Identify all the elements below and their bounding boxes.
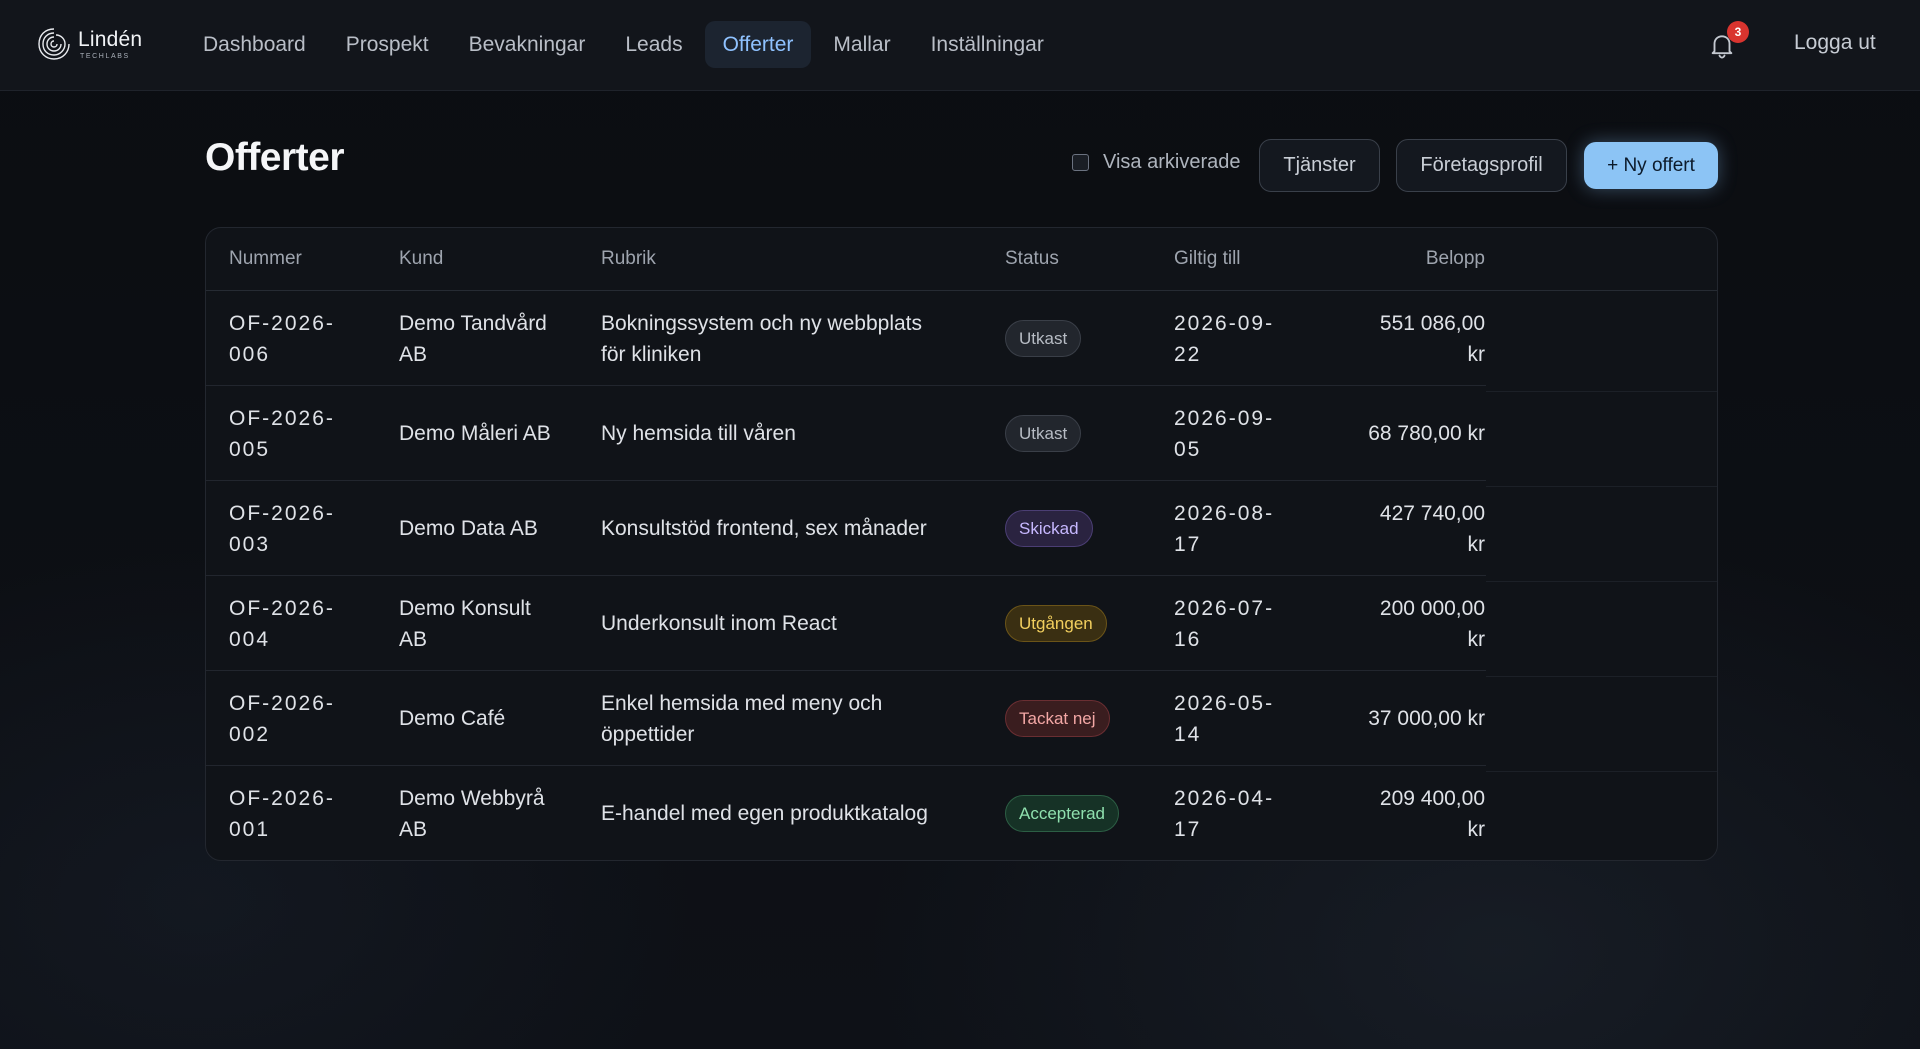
main-nav: Dashboard Prospekt Bevakningar Leads Off… — [185, 21, 1062, 68]
status-badge: Utkast — [1005, 320, 1082, 357]
services-button[interactable]: Tjänster — [1259, 139, 1380, 192]
offer-amount: 68 780,00 kr — [1368, 422, 1485, 445]
column-header-number[interactable]: Nummer — [229, 248, 302, 270]
table-row[interactable]: OF-2026- 006 Demo Tandvård AB Bokningssystem… — [206, 291, 1717, 392]
logout-link[interactable]: Logga ut — [1794, 31, 1876, 55]
nav-item-dashboard[interactable]: Dashboard — [185, 21, 324, 68]
nav-item-installningar[interactable]: Inställningar — [913, 21, 1062, 68]
nav-item-prospekt[interactable]: Prospekt — [328, 21, 447, 68]
offer-number: OF-2026- 001 — [229, 787, 335, 841]
offer-subject: Enkel hemsida med meny och öppettider — [601, 692, 883, 746]
logo-name: Lindén — [78, 27, 143, 51]
column-header-customer[interactable]: Kund — [399, 248, 443, 270]
status-cell: Skickad — [1005, 510, 1093, 547]
offer-subject: Underkonsult inom React — [601, 612, 837, 635]
table-row[interactable]: OF-2026- 002 Demo Café Enkel hemsida med me… — [206, 671, 1717, 772]
table-row[interactable]: OF-2026- 005 Demo Måleri AB Ny hemsida till… — [206, 386, 1717, 487]
table-row[interactable]: OF-2026- 001 Demo Webbyrå AB E-handel med eg… — [206, 766, 1717, 860]
company-profile-button[interactable]: Företagsprofil — [1396, 139, 1567, 192]
notification-count-badge: 3 — [1727, 21, 1749, 43]
column-header-subject[interactable]: Rubrik — [601, 248, 656, 270]
show-archived-label: Visa arkiverade — [1103, 151, 1241, 173]
offer-subject: Konsultstöd frontend, sex månader — [601, 517, 927, 540]
offer-amount: 427 740,00 kr — [1379, 502, 1485, 556]
page-title: Offerter — [205, 136, 345, 179]
offer-number: OF-2026- 005 — [229, 407, 335, 461]
show-archived-toggle[interactable]: Visa arkiverade — [1072, 151, 1240, 174]
offer-number: OF-2026- 002 — [229, 692, 335, 746]
show-archived-checkbox[interactable] — [1072, 154, 1089, 171]
nav-item-leads[interactable]: Leads — [607, 21, 700, 68]
valid-until-date: 2026-09- 22 — [1174, 312, 1275, 366]
nav-item-bevakningar[interactable]: Bevakningar — [451, 21, 604, 68]
status-badge: Tackat nej — [1005, 700, 1110, 737]
valid-until-date: 2026-07- 16 — [1174, 597, 1275, 651]
offer-amount: 37 000,00 kr — [1368, 707, 1485, 730]
nav-item-offerter[interactable]: Offerter — [704, 21, 812, 68]
status-badge: Utkast — [1005, 415, 1082, 452]
column-header-amount[interactable]: Belopp — [1326, 248, 1485, 270]
table-header: Nummer Kund Rubrik Status Giltig till Be… — [206, 228, 1717, 291]
offer-subject: Bokningssystem och ny webbplats för klini… — [601, 312, 922, 366]
offer-amount: 209 400,00 kr — [1379, 787, 1485, 841]
customer-name: Demo Konsult AB — [399, 597, 531, 651]
status-cell: Tackat nej — [1005, 700, 1110, 737]
valid-until-date: 2026-05- 14 — [1174, 692, 1275, 746]
customer-name: Demo Data AB — [399, 517, 538, 540]
new-offer-button[interactable]: + Ny offert — [1584, 142, 1718, 189]
offers-table: Nummer Kund Rubrik Status Giltig till Be… — [205, 227, 1718, 861]
nav-item-mallar[interactable]: Mallar — [815, 21, 908, 68]
valid-until-date: 2026-04- 17 — [1174, 787, 1275, 841]
status-badge: Skickad — [1005, 510, 1093, 547]
offer-amount: 551 086,00 kr — [1379, 312, 1485, 366]
valid-until-date: 2026-08- 17 — [1174, 502, 1275, 556]
status-cell: Utgången — [1005, 605, 1107, 642]
valid-until-date: 2026-09- 05 — [1174, 407, 1275, 461]
logo-mark-icon — [38, 28, 70, 60]
status-cell: Utkast — [1005, 415, 1082, 452]
status-cell: Utkast — [1005, 320, 1082, 357]
table-row[interactable]: OF-2026- 003 Demo Data AB Konsultstöd front… — [206, 481, 1717, 582]
top-navigation-bar: Lindén TECHLABS Dashboard Prospekt Bevak… — [0, 0, 1920, 91]
offer-subject: Ny hemsida till våren — [601, 422, 796, 445]
logo-subtitle: TECHLABS — [80, 52, 130, 60]
column-header-status[interactable]: Status — [1005, 248, 1059, 270]
offer-amount: 200 000,00 kr — [1379, 597, 1485, 651]
column-header-valid-until[interactable]: Giltig till — [1174, 248, 1241, 270]
status-cell: Accepterad — [1005, 795, 1119, 832]
logo[interactable]: Lindén TECHLABS — [36, 26, 142, 62]
offer-subject: E-handel med egen produktkatalog — [601, 802, 928, 825]
customer-name: Demo Café — [399, 707, 506, 730]
table-row[interactable]: OF-2026- 004 Demo Konsult AB Underkonsult in… — [206, 576, 1717, 677]
offer-number: OF-2026- 003 — [229, 502, 335, 556]
customer-name: Demo Måleri AB — [399, 422, 551, 445]
offer-number: OF-2026- 006 — [229, 312, 335, 366]
status-badge: Utgången — [1005, 605, 1107, 642]
offer-number: OF-2026- 004 — [229, 597, 335, 651]
status-badge: Accepterad — [1005, 795, 1119, 832]
customer-name: Demo Tandvård AB — [399, 312, 547, 366]
customer-name: Demo Webbyrå AB — [399, 787, 545, 841]
